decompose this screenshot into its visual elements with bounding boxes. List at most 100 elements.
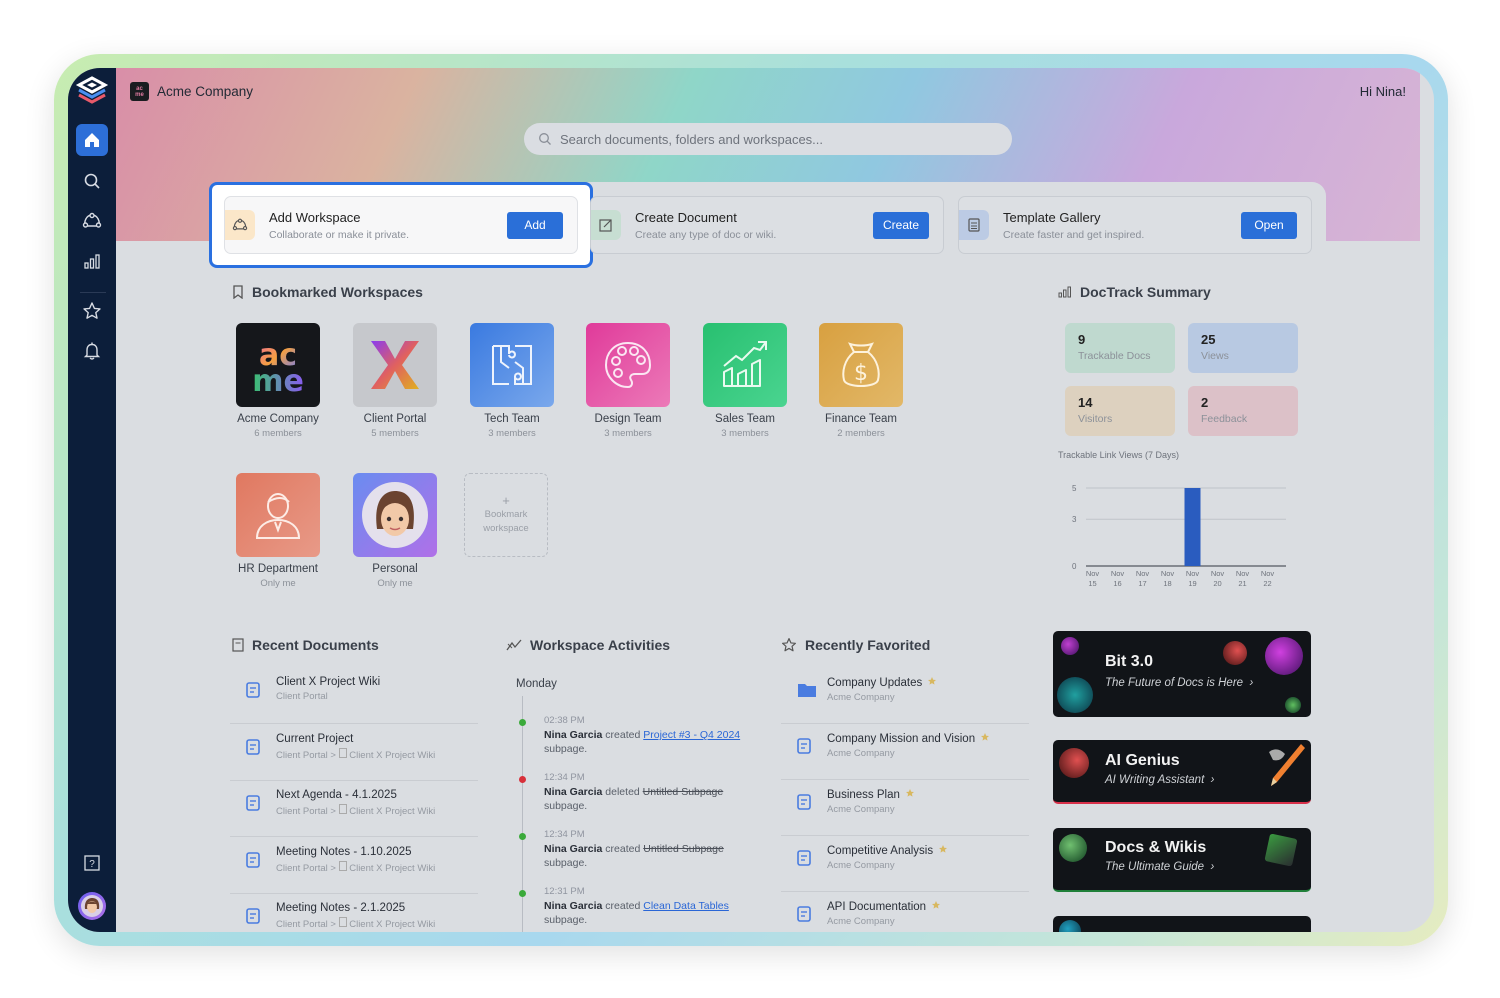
- workspace-personal[interactable]: Personal Only me: [350, 473, 440, 589]
- activity-verb: created: [605, 900, 641, 912]
- favorite-item[interactable]: API Documentation Acme Company: [781, 892, 1029, 932]
- document-icon: [338, 747, 347, 761]
- card-title: Create Document: [635, 209, 737, 225]
- client-x-logo-icon: [353, 323, 437, 407]
- recent-document-item[interactable]: Client X Project Wiki Client Portal: [230, 668, 478, 724]
- x-tick-label: 18: [1163, 579, 1171, 588]
- workspace-activities-heading: Workspace Activities: [506, 637, 670, 653]
- palette-icon: [586, 323, 670, 407]
- workspace-icon: [225, 210, 255, 240]
- favorite-title: API Documentation: [827, 900, 941, 913]
- link-views-chart: 035Nov15Nov16Nov17Nov18Nov19Nov20Nov21No…: [1072, 484, 1286, 588]
- greeting: Hi Nina!: [1359, 84, 1406, 99]
- add-workspace-card[interactable]: Add Workspace Collaborate or make it priv…: [224, 196, 578, 254]
- document-title: Client X Project Wiki: [276, 676, 381, 688]
- template-gallery-card[interactable]: Template Gallery Create faster and get in…: [958, 196, 1312, 254]
- workspace-client-portal[interactable]: Client Portal 5 members: [350, 323, 440, 439]
- document-icon: [797, 794, 813, 815]
- person-icon: [236, 473, 320, 557]
- activity-user: Nina Garcia: [544, 786, 603, 798]
- recent-documents-heading: Recent Documents: [232, 637, 379, 653]
- app-logo-icon[interactable]: [74, 74, 110, 110]
- company-switcher[interactable]: ac me Acme Company: [130, 82, 253, 101]
- x-tick-label: Nov: [1136, 569, 1150, 578]
- promo-title: AI Genius: [1105, 752, 1180, 769]
- promo-docs-wikis[interactable]: Docs & Wikis The Ultimate Guide ›: [1053, 828, 1311, 892]
- pencil-icon: [1269, 744, 1305, 786]
- document-path: Client Portal > Client X Project Wiki: [276, 860, 436, 874]
- search-icon: [539, 133, 551, 145]
- workspace-members: 3 members: [488, 428, 536, 439]
- favorite-item[interactable]: Business Plan Acme Company: [781, 780, 1029, 836]
- open-template-gallery-button[interactable]: Open: [1241, 211, 1297, 239]
- favorite-path: Acme Company: [827, 692, 895, 703]
- recent-document-item[interactable]: Meeting Notes - 2.1.2025 Client Portal > …: [230, 894, 478, 932]
- sidebar-item-workspaces[interactable]: [76, 205, 108, 237]
- workspace-acme-company[interactable]: ac me Acme Company 6 members: [233, 323, 323, 439]
- workspace-design-team[interactable]: Design Team 3 members: [583, 323, 673, 439]
- workspace-hr-department[interactable]: HR Department Only me: [233, 473, 323, 589]
- activity-target-deleted: Untitled Subpage: [642, 786, 724, 798]
- workspace-members: 3 members: [604, 428, 652, 439]
- home-icon: [85, 133, 99, 147]
- workspace-finance-team[interactable]: $ Finance Team 2 members: [816, 323, 906, 439]
- stat-value: 9: [1078, 332, 1086, 347]
- stat-trackable-docs[interactable]: 9 Trackable Docs: [1065, 323, 1175, 373]
- user-avatar[interactable]: [78, 892, 106, 920]
- add-workspace-button[interactable]: Add: [507, 211, 563, 239]
- activity-icon: [506, 639, 522, 651]
- card-subtitle: Create faster and get inspired.: [1003, 228, 1145, 241]
- acme-logo-icon: ac me: [236, 323, 320, 407]
- activity-time: 02:38 PM: [544, 715, 585, 726]
- stat-visitors[interactable]: 14 Visitors: [1065, 386, 1175, 436]
- star-icon: [782, 638, 796, 652]
- workspace-members: 6 members: [254, 428, 302, 439]
- promo-card-partial[interactable]: [1053, 916, 1311, 932]
- recent-document-item[interactable]: Meeting Notes - 1.10.2025 Client Portal >…: [230, 838, 478, 894]
- create-document-button[interactable]: Create: [873, 211, 929, 239]
- activity-target-link[interactable]: Clean Data Tables: [643, 900, 729, 912]
- search-icon: [84, 173, 100, 189]
- bell-icon: [83, 342, 101, 360]
- search-input[interactable]: [560, 131, 980, 147]
- sidebar-item-home[interactable]: [76, 124, 108, 156]
- activity-target-link[interactable]: Project #3 - Q4 2024: [643, 729, 740, 741]
- promo-ai-genius[interactable]: AI Genius AI Writing Assistant ›: [1053, 740, 1311, 804]
- sidebar-item-search[interactable]: [76, 165, 108, 197]
- document-icon: [338, 860, 347, 874]
- document-icon: [246, 795, 262, 816]
- bookmark-workspace-button[interactable]: + Bookmark workspace: [464, 473, 548, 557]
- workspace-name: HR Department: [238, 563, 318, 575]
- workspace-sales-team[interactable]: Sales Team 3 members: [700, 323, 790, 439]
- promo-bit-3[interactable]: Bit 3.0 The Future of Docs is Here ›: [1053, 631, 1311, 717]
- x-tick-label: Nov: [1161, 569, 1175, 578]
- sidebar-item-notifications[interactable]: [76, 335, 108, 367]
- search-bar[interactable]: [524, 123, 1012, 155]
- stat-views[interactable]: 25 Views: [1188, 323, 1298, 373]
- document-icon: [797, 738, 813, 759]
- workspace-name: Design Team: [594, 413, 662, 425]
- document-icon: [246, 908, 262, 929]
- workspace-tech-team[interactable]: Tech Team 3 members: [467, 323, 557, 439]
- activity-item: 12:34 PM Nina Garcia deleted Untitled Sub…: [544, 771, 744, 813]
- folder-icon: [797, 682, 816, 703]
- company-logo-icon: ac me: [130, 82, 149, 101]
- favorite-item[interactable]: Competitive Analysis Acme Company: [781, 836, 1029, 892]
- card-subtitle: Collaborate or make it private.: [269, 228, 410, 241]
- stat-feedback[interactable]: 2 Feedback: [1188, 386, 1298, 436]
- activity-suffix: subpage.: [544, 914, 588, 926]
- stat-label: Trackable Docs: [1078, 350, 1151, 362]
- favorite-item[interactable]: Company Mission and Vision Acme Company: [781, 724, 1029, 780]
- bar[interactable]: [1184, 488, 1201, 566]
- recent-document-item[interactable]: Next Agenda - 4.1.2025 Client Portal > Cl…: [230, 781, 478, 837]
- document-icon: [338, 917, 347, 930]
- sidebar-item-analytics[interactable]: [76, 245, 108, 277]
- sidebar-item-favorites[interactable]: [76, 295, 108, 327]
- favorite-item[interactable]: Company Updates Acme Company: [781, 668, 1029, 724]
- create-document-card[interactable]: Create Document Create any type of doc or…: [590, 196, 944, 254]
- sidebar-item-help[interactable]: ?: [76, 847, 108, 879]
- document-path: Client Portal > Client X Project Wiki: [276, 747, 436, 761]
- stat-label: Visitors: [1078, 413, 1113, 425]
- document-path: Client Portal > Client X Project Wiki: [276, 917, 436, 930]
- recent-document-item[interactable]: Current Project Client Portal > Client X …: [230, 725, 478, 781]
